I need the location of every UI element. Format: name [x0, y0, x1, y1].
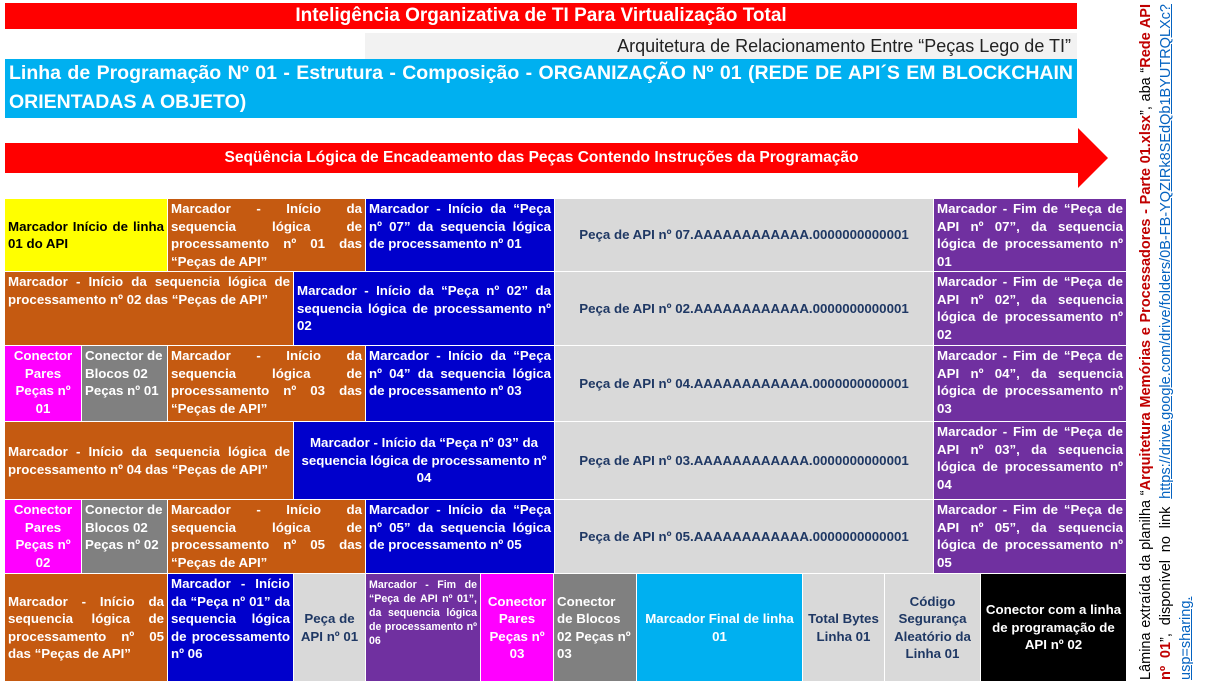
cell-sequence-start-marker: Marcador - Início da sequencia lógica de…: [5, 574, 168, 682]
source-note: Lâmina extraída da planilha “Arquitetura…: [1136, 4, 1216, 680]
cell-api-piece: Peça de API nº 03.AAAAAAAAAAAA.000000000…: [555, 422, 934, 500]
cell-pair-connector: Conector Pares Peças nº 03: [481, 574, 554, 682]
sequence-label: Seqüência Lógica de Encadeamento das Peç…: [224, 149, 859, 166]
cell-piece-end-marker: Marcador - Fim de “Peça de API nº 05”, d…: [934, 500, 1127, 574]
source-note-text: Lâmina extraída da planilha “: [1138, 490, 1154, 680]
cell-sequence-start-marker: Marcador - Início da sequencia lógica de…: [5, 272, 294, 346]
cell-api-piece: Peça de API nº 02.AAAAAAAAAAAA.000000000…: [555, 272, 934, 346]
cell-sequence-start-marker: Marcador - Início da sequencia lógica de…: [5, 422, 294, 500]
cell-piece-start-marker: Marcador - Início da “Peça nº 04” da seq…: [366, 346, 555, 422]
programming-line-title: Linha de Programação Nº 01 - Estrutura -…: [5, 59, 1077, 118]
cell-sequence-start-marker: Marcador - Início da sequencia lógica de…: [168, 199, 366, 272]
cell-api-piece: Peça de API nº 01: [294, 574, 366, 682]
cell-block-connector: Conector de Blocos 02 Peças nº 03: [554, 574, 637, 682]
source-note-text: ”, disponível no link: [1158, 498, 1174, 642]
cell-total-bytes: Total Bytes Linha 01: [803, 574, 885, 682]
cell-line-start-marker: Marcador Início de linha 01 do API: [5, 199, 168, 272]
cell-piece-start-marker: Marcador - Início da “Peça nº 03” da seq…: [294, 422, 555, 500]
cell-piece-start-marker: Marcador - Início da “Peça nº 05” da seq…: [366, 500, 555, 574]
page-subtitle: Arquitetura de Relacionamento Entre “Peç…: [365, 33, 1077, 59]
cell-pair-connector: Conector Pares Peças nº 02: [5, 500, 82, 574]
cell-piece-start-marker: Marcador - Início da “Peça nº 01” da seq…: [168, 574, 294, 682]
cell-piece-end-marker: Marcador - Fim de “Peça de API nº 04”, d…: [934, 346, 1127, 422]
cell-piece-start-marker: Marcador - Início da “Peça nº 07” da seq…: [366, 199, 555, 272]
cell-sequence-start-marker: Marcador - Início da sequencia lógica de…: [168, 346, 366, 422]
cell-line-end-marker: Marcador Final de linha 01: [637, 574, 803, 682]
cell-pair-connector: Conector Pares Peças nº 01: [5, 346, 82, 422]
cell-piece-end-marker: Marcador - Fim de “Peça de API nº 01”, d…: [366, 574, 481, 682]
cell-block-connector: Conector de Blocos 02 Peças nº 02: [82, 500, 168, 574]
cell-piece-start-marker: Marcador - Início da “Peça nº 02” da seq…: [294, 272, 555, 346]
cell-sequence-start-marker: Marcador - Início da sequencia lógica de…: [168, 500, 366, 574]
cell-api-piece: Peça de API nº 05.AAAAAAAAAAAA.000000000…: [555, 500, 934, 574]
source-note-file: Arquitetura Memórias e Processadores - P…: [1138, 115, 1154, 491]
cell-block-connector: Conector de Blocos 02 Peças nº 01: [82, 346, 168, 422]
page-title: Inteligência Organizativa de TI Para Vir…: [5, 3, 1077, 29]
cell-piece-end-marker: Marcador - Fim de “Peça de API nº 03”, d…: [934, 422, 1127, 500]
source-note-text: ”, aba “: [1138, 67, 1154, 115]
cell-api-piece: Peça de API nº 07.AAAAAAAAAAAA.000000000…: [555, 199, 934, 272]
cell-security-code: Código Segurança Aleatório da Linha 01: [885, 574, 981, 682]
cell-api-piece: Peça de API nº 04.AAAAAAAAAAAA.000000000…: [555, 346, 934, 422]
cell-piece-end-marker: Marcador - Fim de “Peça de API nº 02”, d…: [934, 272, 1127, 346]
cell-line-connector: Conector com a linha de programação de A…: [981, 574, 1127, 682]
cell-piece-end-marker: Marcador - Fim de “Peça de API nº 07”, d…: [934, 199, 1127, 272]
